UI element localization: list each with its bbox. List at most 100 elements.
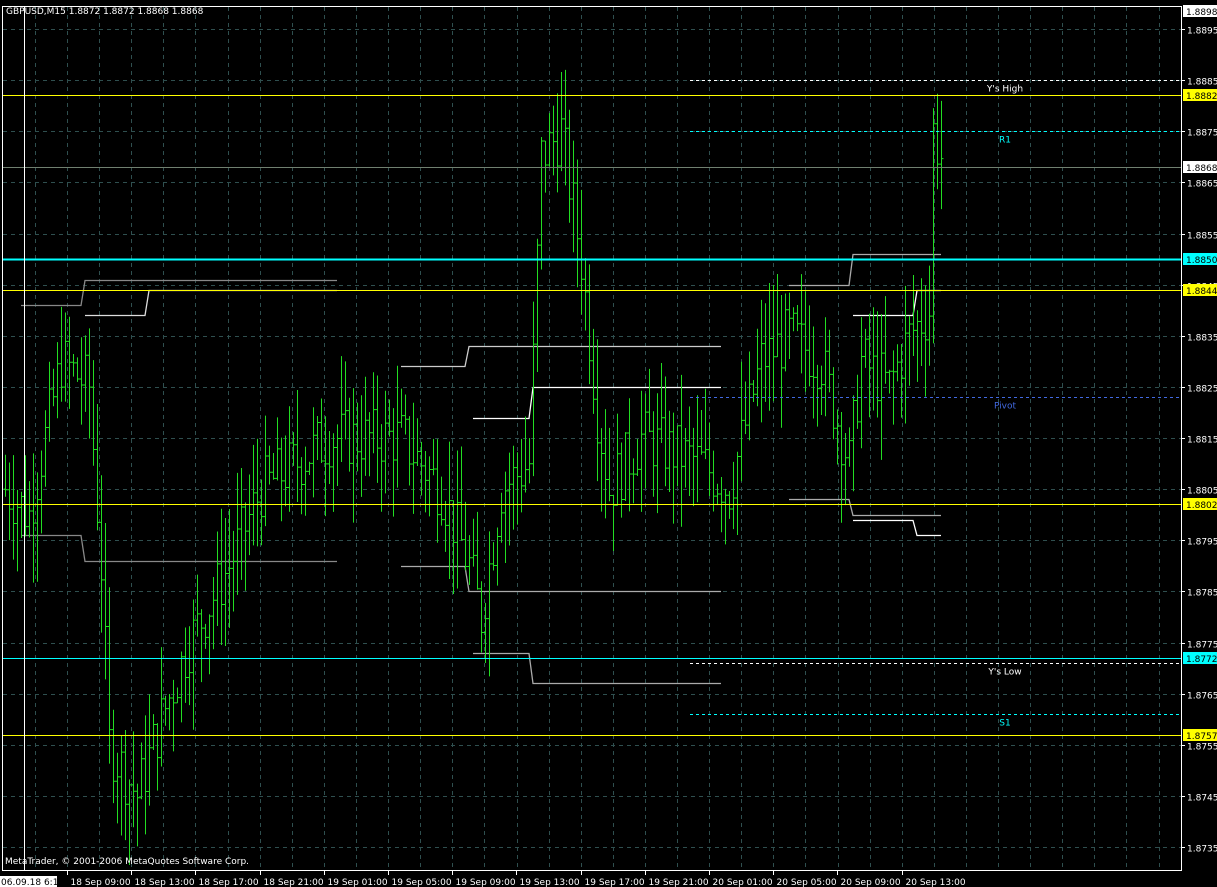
ohlc-bar <box>603 409 608 519</box>
ohlc-bar <box>375 375 380 483</box>
ohlc-bar <box>823 317 828 417</box>
ohlc-bar <box>819 365 824 416</box>
ohlc-bar <box>607 427 612 502</box>
ohlc-bar <box>707 422 712 496</box>
ohlc-bar <box>739 361 744 482</box>
ohlc-bar <box>579 189 584 315</box>
price-tick-label: 1.8885 <box>1187 78 1217 88</box>
ohlc-bar <box>903 285 908 424</box>
price-badge-label: 1.8757 <box>1186 732 1217 742</box>
price-tick-label: 1.8855 <box>1187 232 1217 242</box>
ohlc-bar <box>307 461 312 476</box>
price-tick-label: 1.8805 <box>1187 487 1217 497</box>
ohlc-bar <box>339 356 344 462</box>
ohlc-bar <box>195 574 200 637</box>
time-axis[interactable]: 06.09.18 6:15 18 Sep 09:00 18 Sep 13:00 18 … <box>0 870 966 887</box>
ohlc-bar <box>699 410 704 455</box>
ohlc-bar <box>747 351 752 441</box>
ohlc-bar <box>855 374 860 429</box>
ohlc-bar <box>783 293 788 372</box>
ohlc-bar <box>15 489 20 572</box>
ohlc-bar <box>639 390 644 512</box>
ohlc-bar <box>187 626 192 706</box>
time-tick-label: 18 Sep 13:00 <box>135 878 195 887</box>
ohlc-bar <box>647 368 652 433</box>
ohlc-bar <box>235 472 240 595</box>
ohlc-bar <box>463 501 468 571</box>
ohlc-bar <box>247 474 252 556</box>
ohlc-bar <box>439 476 444 526</box>
ohlc-bar <box>243 502 248 591</box>
time-start-label: 06.09.18 6:15 <box>1 878 64 887</box>
ohlc-bar <box>411 402 416 514</box>
step-line <box>853 289 941 317</box>
time-tick-label: 19 Sep 17:00 <box>585 878 645 887</box>
ohlc-bar <box>939 100 944 210</box>
ohlc-bar <box>711 450 716 512</box>
price-chart[interactable]: Y's High R1 Pivot Y's Low S1 GBPUSD,M15 1.88… <box>0 0 1217 887</box>
ohlc-bar <box>47 361 52 442</box>
ohlc-bar <box>31 453 36 583</box>
ohlc-bar <box>115 752 120 824</box>
price-tick-label: 1.8735 <box>1187 845 1217 855</box>
price-tick-label: 1.8785 <box>1187 589 1217 599</box>
ohlc-bar <box>415 418 420 466</box>
ohlc-bar <box>203 623 208 649</box>
step-line <box>789 498 941 517</box>
ohlc-bar <box>231 530 236 612</box>
copyright: MetaTrader, © 2001-2006 MetaQuotes Softw… <box>5 857 249 867</box>
ohlc-bar <box>175 687 180 704</box>
ohlc-bar <box>147 694 152 806</box>
ohlc-bar <box>363 376 368 476</box>
ohlc-bar <box>395 365 400 488</box>
ohlc-bar <box>519 438 524 513</box>
price-tick-label: 1.8765 <box>1187 692 1217 702</box>
time-tick-label: 20 Sep 13:00 <box>906 878 966 887</box>
ohlc-bar <box>523 416 528 493</box>
pivot-label: Pivot <box>994 402 1017 412</box>
ohlc-bar <box>839 412 844 523</box>
ohlc-bar <box>403 394 408 435</box>
ohlc-bar <box>319 398 324 463</box>
ohlc-bar <box>399 388 404 428</box>
time-tick-label: 19 Sep 21:00 <box>649 878 709 887</box>
pivot-label: Y's Low <box>987 668 1021 678</box>
ohlc-bar <box>667 410 672 492</box>
ohlc-bar <box>655 393 660 514</box>
ohlc-bar <box>803 291 808 392</box>
ohlc-bar <box>759 299 764 423</box>
ohlc-bar <box>731 461 736 530</box>
ohlc-bar <box>827 329 832 393</box>
ohlc-bar <box>215 531 220 627</box>
ohlc-bar <box>151 714 156 750</box>
ohlc-bar <box>355 402 360 472</box>
step-line <box>401 345 721 368</box>
ohlc-bar <box>267 445 272 485</box>
ohlc-bar <box>271 452 276 480</box>
ohlc-bar <box>595 339 600 482</box>
ohlc-bar <box>847 427 852 467</box>
ohlc-bar <box>587 264 592 385</box>
time-tick-label: 19 Sep 01:00 <box>328 878 388 887</box>
price-axis[interactable]: 1.88951.88851.88751.88651.88551.88451.88… <box>1181 5 1217 855</box>
ohlc-bar <box>279 437 284 522</box>
ohlc-bar <box>663 376 668 487</box>
ohlc-bar <box>91 360 96 466</box>
price-badge-label: 1.8802 <box>1186 501 1217 511</box>
ohlc-bar <box>371 372 376 454</box>
ohlc-bar <box>487 531 492 677</box>
ohlc-bar <box>183 627 188 703</box>
ohlc-bar <box>539 136 544 270</box>
ohlc-bar <box>99 475 104 633</box>
price-tick-label: 1.8815 <box>1187 436 1217 446</box>
time-tick-label: 19 Sep 13:00 <box>520 878 580 887</box>
ohlc-bar <box>619 442 624 518</box>
price-badge-label: 1.8868 <box>1186 164 1217 174</box>
ohlc-bar <box>683 427 688 488</box>
price-tick-label: 1.8825 <box>1187 385 1217 395</box>
ohlc-bar <box>139 742 144 800</box>
ohlc-bar <box>11 455 16 560</box>
ohlc-bar <box>495 527 500 586</box>
ohlc-bar <box>843 432 848 506</box>
ohlc-bar <box>499 492 504 543</box>
